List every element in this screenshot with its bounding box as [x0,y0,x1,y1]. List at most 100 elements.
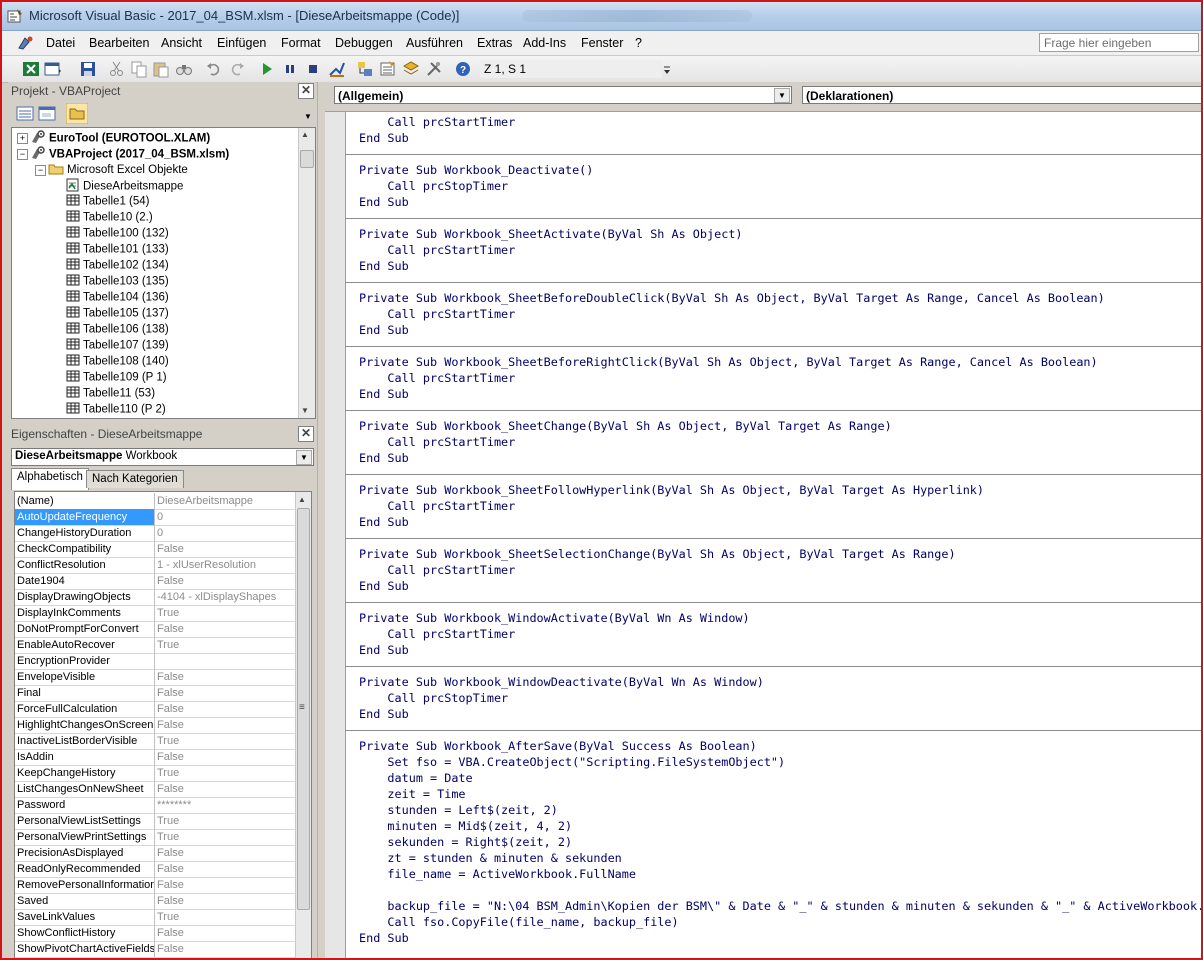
paste-icon[interactable] [152,60,170,78]
properties-window-icon[interactable] [379,60,397,78]
property-value[interactable]: False [157,621,293,637]
close-properties-pane-button[interactable]: ✕ [298,426,314,442]
code-line[interactable]: Call fso.CopyFile(file_name, backup_file… [359,914,678,930]
code-line[interactable]: Private Sub Workbook_SheetBeforeDoubleCl… [359,290,1105,306]
code-line[interactable]: Call prcStopTimer [359,178,508,194]
code-line[interactable]: Call prcStartTimer [359,434,515,450]
scroll-up-icon[interactable]: ▲ [298,495,306,504]
menu-debuggen[interactable]: Debuggen [335,36,393,50]
property-value[interactable]: False [157,749,293,765]
tree-node[interactable]: Tabelle11 (53) [66,386,155,402]
property-value[interactable]: False [157,861,293,877]
code-line[interactable]: Private Sub Workbook_Deactivate() [359,162,593,178]
scroll-thumb[interactable] [300,150,314,168]
menu-extras[interactable]: Extras [477,36,512,50]
property-row[interactable]: ListChangesOnNewSheet False [15,781,295,798]
tab-nach-kategorien[interactable]: Nach Kategorien [86,470,184,488]
menu-format[interactable]: Format [281,36,321,50]
object-combo[interactable]: (Allgemein) ▼ [334,86,792,104]
tree-node[interactable]: Tabelle10 (2.) [66,210,153,226]
code-line[interactable]: file_name = ActiveWorkbook.FullName [359,866,636,882]
property-row[interactable]: Saved False [15,893,295,910]
tree-node[interactable]: Tabelle107 (139) [66,338,169,354]
property-row[interactable]: ReadOnlyRecommended False [15,861,295,878]
insert-userform-icon[interactable] [44,60,62,78]
object-browser-icon[interactable] [402,60,420,78]
code-margin[interactable] [325,112,346,958]
code-line[interactable]: Call prcStartTimer [359,114,515,130]
menu-bearbeiten[interactable]: Bearbeiten [89,36,149,50]
property-row[interactable]: ShowPivotChartActiveFields False [15,941,295,958]
menu-einfuegen[interactable]: Einfügen [217,36,266,50]
code-line[interactable]: backup_file = "N:\04 BSM_Admin\Kopien de… [359,898,1201,914]
code-line[interactable]: Set fso = VBA.CreateObject("Scripting.Fi… [359,754,785,770]
property-row[interactable]: PersonalViewListSettings True [15,813,295,830]
property-row[interactable]: EnvelopeVisible False [15,669,295,686]
code-line[interactable]: sekunden = Right$(zeit, 2) [359,834,572,850]
menu-help[interactable]: ? [635,36,642,50]
code-line[interactable]: Private Sub Workbook_SheetActivate(ByVal… [359,226,743,242]
code-line[interactable]: End Sub [359,130,409,146]
property-row[interactable]: RemovePersonalInformation False [15,877,295,894]
property-row[interactable]: EnableAutoRecover True [15,637,295,654]
undo-icon[interactable] [205,60,223,78]
property-value[interactable]: True [157,637,293,653]
code-line[interactable]: Call prcStopTimer [359,690,508,706]
property-row[interactable]: Password ******** [15,797,295,814]
view-excel-icon[interactable] [22,60,40,78]
code-line[interactable]: End Sub [359,706,409,722]
code-line[interactable]: Private Sub Workbook_SheetBeforeRightCli… [359,354,1098,370]
property-row[interactable]: DoNotPromptForConvert False [15,621,295,638]
property-value[interactable]: True [157,605,293,621]
code-line[interactable]: End Sub [359,258,409,274]
menu-fenster[interactable]: Fenster [581,36,623,50]
tree-node[interactable]: Tabelle1 (54) [66,194,149,210]
code-line[interactable]: zt = stunden & minuten & sekunden [359,850,621,866]
project-tree-scrollbar[interactable]: ▲ ▼ [298,128,315,418]
property-value[interactable]: False [157,701,293,717]
property-row[interactable]: EncryptionProvider [15,653,295,670]
properties-scrollbar[interactable]: ▲ ≡ [295,492,311,958]
code-line[interactable]: Call prcStartTimer [359,498,515,514]
property-value[interactable]: 0 [157,509,293,525]
property-value[interactable]: True [157,813,293,829]
property-row[interactable]: Date1904 False [15,573,295,590]
code-line[interactable]: End Sub [359,514,409,530]
property-row[interactable]: ConflictResolution 1 - xlUserResolution [15,557,295,574]
tree-node[interactable]: Tabelle106 (138) [66,322,169,338]
tree-node[interactable]: Tabelle101 (133) [66,242,169,258]
code-line[interactable]: Private Sub Workbook_WindowDeactivate(By… [359,674,764,690]
code-line[interactable]: Private Sub Workbook_AfterSave(ByVal Suc… [359,738,757,754]
property-value[interactable]: False [157,685,293,701]
toggle-folders-icon[interactable] [66,103,88,124]
code-line[interactable]: Private Sub Workbook_SheetChange(ByVal S… [359,418,892,434]
property-row[interactable]: (Name) DieseArbeitsmappe [15,493,295,510]
procedure-combo[interactable]: (Deklarationen) [802,86,1201,104]
chevron-down-icon[interactable]: ▼ [774,88,790,103]
code-line[interactable]: minuten = Mid$(zeit, 4, 2) [359,818,572,834]
property-row[interactable]: Final False [15,685,295,702]
code-line[interactable]: End Sub [359,386,409,402]
property-value[interactable]: False [157,541,293,557]
property-value[interactable]: False [157,893,293,909]
menu-addins[interactable]: Add-Ins [523,36,566,50]
tree-node[interactable]: Tabelle105 (137) [66,306,169,322]
tree-node[interactable]: Tabelle100 (132) [66,226,169,242]
property-row[interactable]: ShowConflictHistory False [15,925,295,942]
object-selector[interactable]: DieseArbeitsmappe Workbook ▼ [11,448,314,466]
code-line[interactable]: End Sub [359,322,409,338]
copy-icon[interactable] [130,60,148,78]
cut-icon[interactable] [108,60,126,78]
property-row[interactable]: IsAddin False [15,749,295,766]
property-value[interactable]: DieseArbeitsmappe [157,493,293,509]
menu-ausfuehren[interactable]: Ausführen [406,36,463,50]
code-line[interactable]: Private Sub Workbook_SheetSelectionChang… [359,546,956,562]
find-icon[interactable] [175,60,193,78]
property-row[interactable]: InactiveListBorderVisible True [15,733,295,750]
property-value[interactable]: False [157,925,293,941]
tab-alphabetisch[interactable]: Alphabetisch [11,468,89,490]
expand-icon[interactable]: + [17,133,28,144]
tree-node[interactable]: Tabelle109 (P 1) [66,370,167,386]
close-project-pane-button[interactable]: ✕ [298,83,314,99]
collapse-icon[interactable]: − [17,149,28,160]
